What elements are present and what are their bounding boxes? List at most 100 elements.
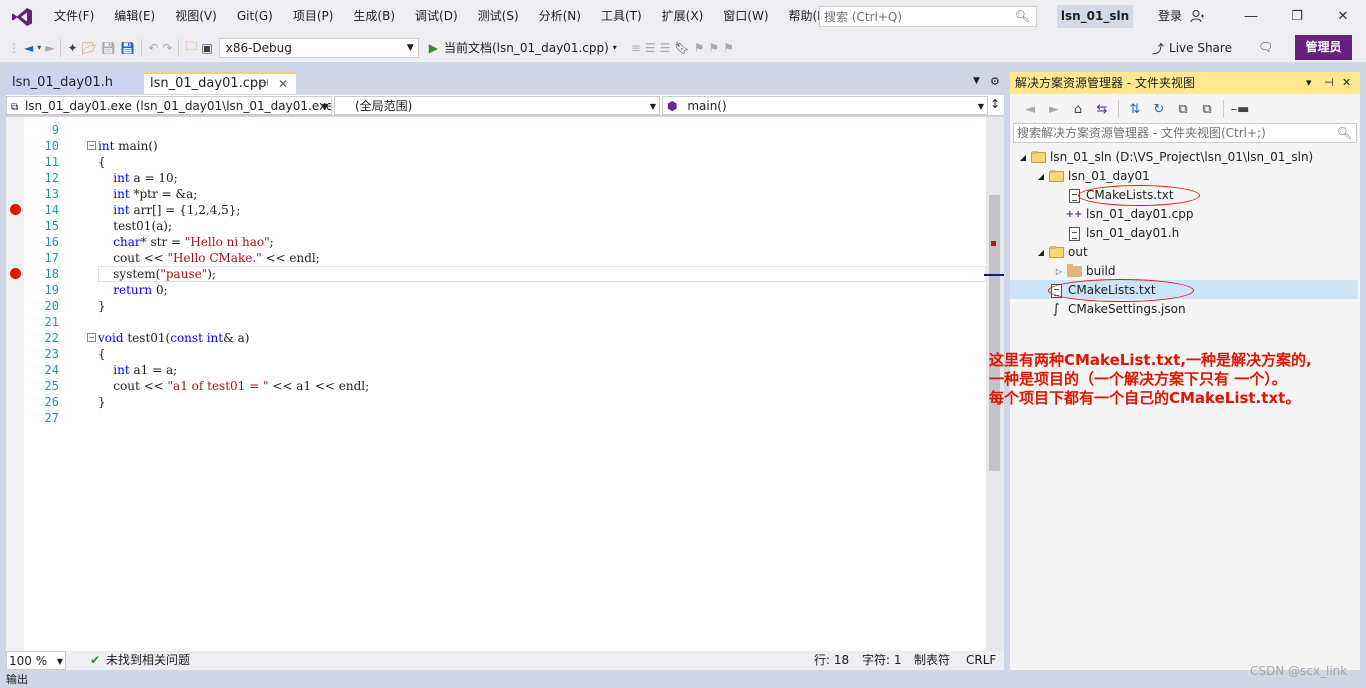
configuration-select[interactable]: x86-Debug ▼ — [218, 37, 419, 58]
collapsed-arrow-icon[interactable]: ▷ — [1052, 262, 1066, 281]
tab-list-dropdown-icon[interactable]: ▼ — [973, 76, 980, 86]
collapse-icon[interactable]: − — [87, 141, 96, 150]
code-line[interactable]: 17 cout << "Hello CMake." << endl; — [6, 250, 986, 266]
account-icon[interactable] — [1190, 9, 1204, 26]
navigate-forward-icon[interactable]: ► — [45, 37, 54, 59]
bookmark-icon[interactable]: 🔖︎ — [674, 37, 689, 59]
collapse-icon[interactable]: − — [87, 333, 96, 342]
tab-cpp-file[interactable]: lsn_01_day01.cpp ⊣ ✕ — [144, 72, 296, 94]
step-icon[interactable]: ≡ — [631, 37, 641, 59]
code-line[interactable]: 18 system("pause"); — [6, 266, 986, 282]
back-dropdown-icon[interactable]: ▾ — [37, 37, 41, 59]
code-line[interactable]: 21 — [6, 314, 986, 330]
open-folder-icon[interactable]: 📂︎ — [82, 37, 97, 59]
live-share-button[interactable]: ⤴ Live Share — [1152, 38, 1232, 58]
code-line[interactable]: 19 return 0; — [6, 282, 986, 298]
save-icon[interactable]: 💾︎ — [101, 37, 116, 59]
comment-icon[interactable]: ☰ — [645, 37, 656, 59]
screenshot-icon[interactable]: ▣ — [201, 37, 212, 59]
redo-icon[interactable]: ↷ — [162, 37, 172, 59]
collapse-all-icon[interactable]: ⧉ — [1173, 98, 1193, 120]
login-button[interactable]: 登录 — [1158, 0, 1182, 33]
menu-item[interactable]: 窗口(W) — [713, 0, 778, 33]
run-button[interactable]: ▶ 当前文档(lsn_01_day01.cpp) ▾ — [429, 39, 617, 56]
switch-views-icon[interactable]: ⇆ — [1092, 98, 1112, 120]
issues-status[interactable]: 未找到相关问题 — [106, 651, 190, 670]
code-line[interactable]: 22 void test01(const int& a) − — [6, 330, 986, 346]
clear-bookmarks-icon[interactable]: ⚑ — [723, 37, 734, 59]
zoom-select[interactable]: 100 % ▼ — [6, 651, 66, 670]
menu-item[interactable]: 测试(S) — [468, 0, 529, 33]
menu-item[interactable]: 项目(P) — [283, 0, 344, 33]
member-dropdown[interactable]: ⬢ main() ▼ — [662, 96, 988, 115]
search-input[interactable]: 搜索 (Ctrl+Q) 🔍︎ — [819, 6, 1037, 27]
maximize-button[interactable]: ❐ — [1274, 0, 1320, 33]
navigate-back-icon[interactable]: ◄ — [24, 37, 33, 59]
menu-item[interactable]: 分析(N) — [529, 0, 591, 33]
tab-header-file[interactable]: lsn_01_day01.h — [6, 72, 141, 94]
project-dropdown[interactable]: ⧉ lsn_01_day01.exe (lsn_01_day01\lsn_01_… — [6, 96, 332, 115]
code-line[interactable]: 13 int *ptr = &a; — [6, 186, 986, 202]
sync-icon[interactable]: ⇅ — [1125, 98, 1145, 120]
menu-item[interactable]: 编辑(E) — [104, 0, 165, 33]
undo-icon[interactable]: ↶ — [148, 37, 158, 59]
code-line[interactable]: 20} — [6, 298, 986, 314]
code-line[interactable]: 9 — [6, 122, 986, 138]
home-icon[interactable]: ⌂ — [1068, 98, 1088, 120]
tabs-indicator[interactable]: 制表符 — [914, 651, 950, 670]
code-line[interactable]: 12 int a = 10; — [6, 170, 986, 186]
expanded-arrow-icon[interactable]: ◢ — [1034, 243, 1048, 262]
tree-item[interactable]: ◢ lsn_01_day01 — [1034, 167, 1150, 186]
minimize-button[interactable]: ― — [1228, 0, 1274, 33]
close-icon[interactable]: ✕ — [278, 74, 288, 94]
code-editor[interactable]: 9 10 int main() −11{12 int a = 10; 13 int *p… — [6, 117, 986, 651]
new-item-icon[interactable]: ✦ — [67, 37, 77, 59]
gear-icon[interactable]: ⚙ — [990, 75, 1000, 88]
close-icon[interactable]: ✕ — [1342, 72, 1351, 94]
tree-item[interactable]: lsn_01_day01.h — [1052, 224, 1179, 243]
code-line[interactable]: 26} — [6, 394, 986, 410]
pin-icon[interactable]: ⊣ — [1324, 72, 1334, 94]
output-label[interactable]: 输出 — [6, 673, 28, 686]
code-line[interactable]: 24 int a1 = a; — [6, 362, 986, 378]
code-line[interactable]: 15 test01(a); — [6, 218, 986, 234]
eol-indicator[interactable]: CRLF — [966, 651, 996, 670]
pin-icon[interactable]: ⊣ — [260, 74, 269, 94]
tree-item[interactable]: ∫ CMakeSettings.json — [1034, 300, 1186, 319]
code-line[interactable]: 11 { — [6, 154, 986, 170]
menu-item[interactable]: 视图(V) — [165, 0, 227, 33]
solution-search-input[interactable]: 搜索解决方案资源管理器 - 文件夹视图(Ctrl+;) 🔍︎ — [1013, 123, 1357, 143]
menu-item[interactable]: Git(G) — [227, 0, 283, 33]
forward-icon[interactable]: ► — [1044, 98, 1064, 120]
split-editor-icon[interactable]: ↕ — [990, 97, 1000, 111]
back-icon[interactable]: ◄ — [1020, 98, 1040, 120]
expanded-arrow-icon[interactable]: ◢ — [1034, 167, 1048, 186]
tree-item[interactable]: ++ lsn_01_day01.cpp — [1052, 205, 1194, 224]
menu-item[interactable]: 扩展(X) — [652, 0, 714, 33]
tree-item[interactable]: ▷ build — [1052, 262, 1116, 281]
code-line[interactable]: 10 int main() − — [6, 138, 986, 154]
menu-item[interactable]: 文件(F) — [44, 0, 104, 33]
code-line[interactable]: 25 cout << "a1 of test01 = " << a1 << en… — [6, 378, 986, 394]
close-window-button[interactable]: ✕ — [1320, 0, 1366, 33]
code-line[interactable]: 23 { — [6, 346, 986, 362]
refresh-icon[interactable]: ↻ — [1149, 98, 1169, 120]
chevron-down-icon[interactable]: ▾ — [1306, 72, 1312, 94]
menu-item[interactable]: 工具(T) — [591, 0, 652, 33]
prev-bookmark-icon[interactable]: ⚑ — [694, 37, 705, 59]
next-bookmark-icon[interactable]: ⚑ — [708, 37, 719, 59]
scrollbar-thumb[interactable] — [989, 195, 1000, 471]
scope-dropdown[interactable]: (全局范围) ▼ — [334, 96, 660, 115]
show-all-files-icon[interactable]: ⧉ — [1197, 98, 1217, 120]
menu-item[interactable]: 调试(D) — [405, 0, 468, 33]
code-line[interactable]: 16 char* str = "Hello ni hao"; — [6, 234, 986, 250]
tree-item[interactable]: ◢ out — [1034, 243, 1088, 262]
tree-item[interactable]: ◢ lsn_01_sln (D:\VS_Project\lsn_01\lsn_01… — [1016, 148, 1313, 167]
visual-studio-logo-icon[interactable] — [0, 0, 44, 33]
code-line[interactable]: 14 int arr[] = {1,2,4,5}; — [6, 202, 986, 218]
save-all-icon[interactable]: 💾︎ — [120, 37, 135, 59]
code-line[interactable]: 27 — [6, 410, 986, 426]
feedback-icon[interactable]: 🗨︎ — [1258, 36, 1273, 58]
find-in-files-icon[interactable]: 🗀︎ — [185, 37, 197, 59]
expanded-arrow-icon[interactable]: ◢ — [1016, 148, 1030, 167]
